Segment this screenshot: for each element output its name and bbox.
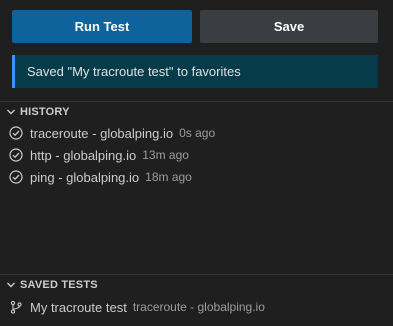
saved-test-label: My tracroute test: [30, 299, 127, 315]
history-section-header[interactable]: HISTORY: [0, 101, 393, 123]
check-circle-icon: [8, 147, 24, 163]
git-branch-icon: [8, 299, 24, 315]
saved-tests-title: SAVED TESTS: [20, 279, 98, 291]
history-item-label: http - globalping.io: [30, 147, 137, 163]
history-title: HISTORY: [20, 106, 70, 118]
saved-test-item[interactable]: My tracroute test traceroute - globalpin…: [0, 296, 393, 318]
history-item-time: 18m ago: [145, 170, 192, 184]
check-circle-icon: [8, 125, 24, 141]
check-circle-icon: [8, 169, 24, 185]
save-button[interactable]: Save: [200, 10, 378, 43]
globalping-panel: Run Test Save Saved "My tracroute test" …: [0, 0, 393, 326]
history-item-time: 13m ago: [142, 148, 189, 162]
history-item-label: ping - globalping.io: [30, 169, 140, 185]
chevron-down-icon: [4, 278, 18, 292]
notification-message: Saved "My tracroute test" to favorites: [27, 64, 241, 79]
history-item[interactable]: ping - globalping.io 18m ago: [0, 166, 393, 188]
run-test-button[interactable]: Run Test: [12, 10, 192, 43]
history-item-time: 0s ago: [179, 126, 216, 140]
saved-tests-section-header[interactable]: SAVED TESTS: [0, 274, 393, 296]
chevron-down-icon: [4, 105, 18, 119]
history-item-label: traceroute - globalping.io: [30, 125, 174, 141]
history-item[interactable]: http - globalping.io 13m ago: [0, 144, 393, 166]
saved-notification: Saved "My tracroute test" to favorites: [12, 55, 378, 88]
history-item[interactable]: traceroute - globalping.io 0s ago: [0, 122, 393, 144]
saved-test-desc: traceroute - globalping.io: [132, 300, 265, 314]
